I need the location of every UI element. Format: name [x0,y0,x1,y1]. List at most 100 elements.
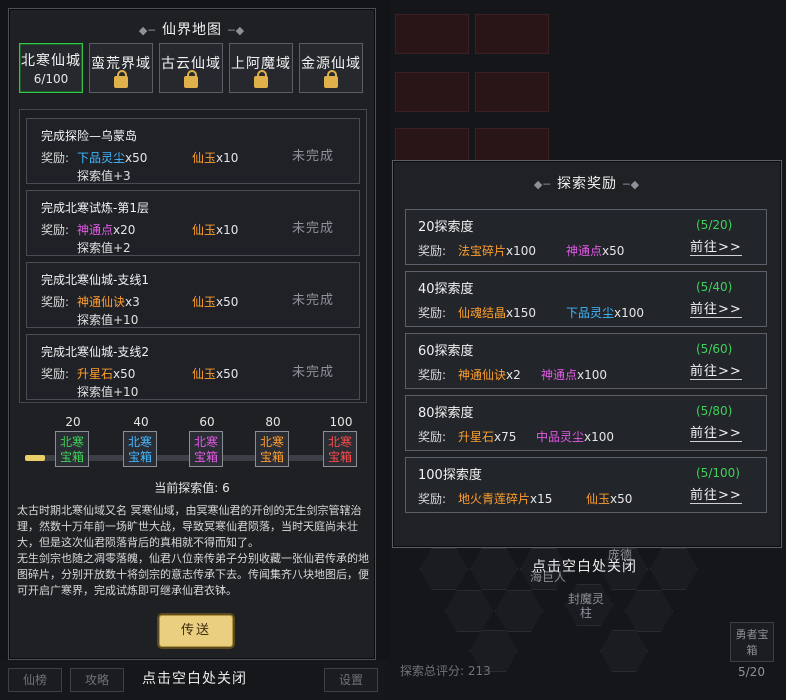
reward-2-name: 仙玉 [192,295,217,309]
task-status: 未完成 [292,221,335,236]
reward-1: 神通点x20 [77,221,135,238]
reward-2: 仙玉x50 [192,293,238,310]
goto-button[interactable]: 前往>> [690,422,742,442]
reward-item-2: 神通点x100 [541,366,607,383]
tab-label: 北寒仙城 [21,53,81,69]
chest-label-2: 宝箱 [59,450,84,464]
goto-button[interactable]: 前往>> [690,236,742,256]
reward-label: 奖励: [41,295,70,309]
chest-60[interactable]: 北寒 宝箱 [189,431,223,467]
item-2-name: 神通点 [566,244,603,258]
reward-progress: (5/60) [696,342,733,356]
lore-paragraph: 太古时期北寒仙域又名 冥寒仙域，由冥寒仙君的开创的无生剑宗管辖治理，然数十万年前… [17,504,362,549]
explore-progress-fill [25,455,45,461]
reward-1: 神通仙诀x3 [77,293,140,310]
tab-progress: 6/100 [33,72,69,86]
reward-row: 20探索度 (5/20) 奖励: 法宝碎片x100 神通点x50 前往>> [405,209,767,265]
chest-20[interactable]: 北寒 宝箱 [55,431,89,467]
task-title: 完成北寒仙城-支线2 [41,345,149,359]
close-hint-left[interactable]: 点击空白处关闭 [142,668,247,688]
item-1-name: 法宝碎片 [458,244,507,258]
item-1-qty: x75 [494,430,517,444]
bg-card [395,14,469,54]
reward-item-1: 法宝碎片x100 [458,242,536,259]
page-indicator: 5/20 [738,665,765,679]
task-title: 完成北寒仙城-支线1 [41,273,149,287]
settings-button[interactable]: 设置 [324,668,378,692]
item-1-name: 神通仙诀 [458,368,507,382]
item-2-qty: x100 [577,368,608,382]
reward-label: 奖励: [418,492,447,506]
task-title: 完成探险—乌蒙岛 [41,129,138,143]
explore-gain: 探索值+10 [77,313,139,327]
reward-1-qty: x3 [125,295,140,309]
task-item: 完成探险—乌蒙岛 奖励: 下品灵尘x50 仙玉x10 探索值+3 未完成 [26,118,360,184]
lock-icon [184,70,198,88]
popup-title: 探索奖励 [557,176,617,192]
chest-label-1: 北寒 [127,435,152,449]
goto-button[interactable]: 前往>> [690,484,742,504]
immortal-map-panel: ◆─ 仙界地图 ─◆ 北寒仙城 6/100 蛮荒界域 古云仙域 上阿魔域 金源仙域 … [8,8,376,660]
milestone-value: 60 [199,415,215,429]
reward-1-name: 升星石 [77,367,114,381]
reward-label: 奖励: [41,367,70,381]
reward-tier: 100探索度 [418,468,482,483]
reward-row: 40探索度 (5/40) 奖励: 仙魂结晶x150 下品灵尘x100 前往>> [405,271,767,327]
bg-card [475,72,549,112]
reward-progress: (5/20) [696,218,733,232]
item-2-qty: x50 [610,492,633,506]
explore-rewards-popup: ◆─ 探索奖励 ─◆ 20探索度 (5/20) 奖励: 法宝碎片x100 神通点x5… [392,160,782,548]
reward-tier: 60探索度 [418,344,474,359]
title-ornament-left-icon: ◆─ [533,178,551,191]
tab-manhuang[interactable]: 蛮荒界域 [89,43,153,93]
tab-jinyuan[interactable]: 金源仙域 [299,43,363,93]
chest-label-1: 北寒 [327,435,352,449]
goto-button[interactable]: 前往>> [690,360,742,380]
task-status: 未完成 [292,293,335,308]
reward-progress: (5/80) [696,404,733,418]
reward-2-name: 仙玉 [192,367,217,381]
task-list[interactable]: 完成探险—乌蒙岛 奖励: 下品灵尘x50 仙玉x10 探索值+3 未完成 完成北… [19,109,367,403]
explore-gain: 探索值+2 [77,241,131,255]
reward-tier: 40探索度 [418,282,474,297]
map-title: 仙界地图 [162,22,222,38]
reward-2-qty: x10 [216,223,239,237]
milestone-value: 40 [133,415,149,429]
reward-1-name: 神通点 [77,223,114,237]
reward-1-name: 神通仙诀 [77,295,126,309]
reward-1-qty: x50 [113,367,136,381]
lore-paragraph: 无生剑宗也随之凋零落魄，仙君八位亲传弟子分别收藏一张仙君传承的地图碎片，分别开放… [17,552,369,597]
close-hint-right[interactable]: 点击空白处关闭 [532,556,637,576]
reward-label: 奖励: [418,430,447,444]
reward-label: 奖励: [41,223,70,237]
tab-shanga[interactable]: 上阿魔域 [229,43,293,93]
item-2-name: 中品灵尘 [536,430,585,444]
teleport-button[interactable]: 传送 [159,615,233,647]
reward-2-qty: x10 [216,151,239,165]
goto-button[interactable]: 前往>> [690,298,742,318]
item-1-qty: x150 [506,306,537,320]
reward-tier: 80探索度 [418,406,474,421]
reward-item-1: 地火青莲碎片x15 [458,490,552,507]
milestone-value: 20 [65,415,81,429]
lock-icon [254,70,268,88]
reward-row: 60探索度 (5/60) 奖励: 神通仙诀x2 神通点x100 前往>> [405,333,767,389]
tab-guyun[interactable]: 古云仙域 [159,43,223,93]
milestone-value: 80 [265,415,281,429]
guide-button[interactable]: 攻略 [70,668,124,692]
hero-chest-button[interactable]: 勇者宝箱 [730,622,774,662]
current-explore-value: 当前探索值: 6 [154,481,230,495]
chest-40[interactable]: 北寒 宝箱 [123,431,157,467]
item-2-name: 下品灵尘 [566,306,615,320]
leaderboard-button[interactable]: 仙榜 [8,668,62,692]
chest-100[interactable]: 北寒 宝箱 [323,431,357,467]
item-1-name: 升星石 [458,430,495,444]
reward-progress: (5/40) [696,280,733,294]
reward-item-2: 中品灵尘x100 [536,428,614,445]
chest-80[interactable]: 北寒 宝箱 [255,431,289,467]
milestone-value: 100 [329,415,353,429]
tab-beihan[interactable]: 北寒仙城 6/100 [19,43,83,93]
reward-2-qty: x50 [216,295,239,309]
reward-label: 奖励: [418,306,447,320]
reward-1-qty: x50 [125,151,148,165]
